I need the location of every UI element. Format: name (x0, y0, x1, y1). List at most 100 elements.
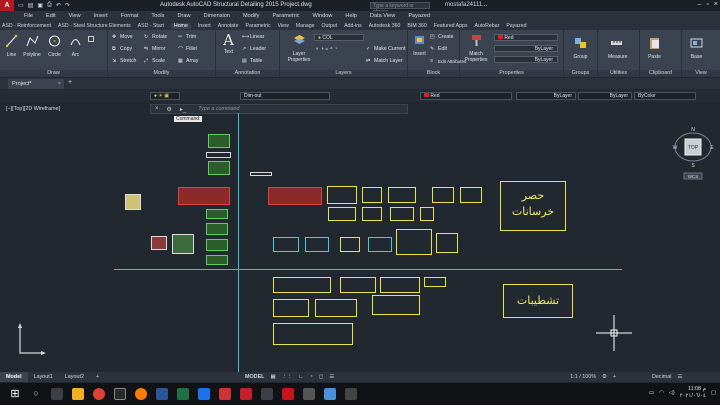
tab-featured-apps[interactable]: Featured Apps (434, 23, 468, 29)
drawing-block[interactable] (340, 277, 376, 293)
rotate-button[interactable]: ↻ Rotate (144, 34, 167, 40)
linetype-combo[interactable]: ByLayer (494, 45, 558, 52)
leader-button[interactable]: ↗ Leader (242, 46, 266, 52)
menu-dimension[interactable]: Dimension (204, 13, 230, 19)
drawing-block[interactable] (273, 299, 309, 317)
propbar-icons[interactable]: ● ☀ ▣ (150, 92, 180, 100)
match-layer-button[interactable]: ⇄ Match Layer (366, 58, 403, 64)
propbar-plotstyle-combo[interactable]: ByColor (634, 92, 696, 100)
autocad-taskbar-icon[interactable] (282, 388, 294, 400)
windows-start-icon[interactable]: ⊞ (9, 388, 21, 400)
drawing-block[interactable] (368, 237, 392, 252)
scale-button[interactable]: ⤢ Scale (144, 58, 165, 64)
drawing-block[interactable] (390, 207, 414, 221)
app4-icon[interactable] (261, 388, 273, 400)
paste-button[interactable]: Paste (646, 36, 663, 60)
drawing-block[interactable] (424, 277, 446, 287)
user-signin[interactable]: mostafa24111... (445, 2, 487, 8)
tab-autorebar[interactable]: AutoRebar (475, 23, 500, 29)
viewcube[interactable]: TOP N S E W WCS (672, 121, 714, 181)
layer-properties-button[interactable]: Layer Properties (286, 33, 312, 63)
drawing-block[interactable] (380, 277, 420, 293)
linear-button[interactable]: ⟷ Linear (242, 34, 264, 40)
battery-icon[interactable]: ▭ (649, 390, 654, 396)
excel-icon[interactable] (177, 388, 189, 400)
restore-icon[interactable]: ▫ (706, 1, 708, 8)
drawing-block[interactable] (206, 209, 228, 219)
make-current-button[interactable]: ✓ Make Current (366, 46, 405, 52)
tab-model[interactable]: Model (0, 372, 28, 382)
undo-icon[interactable]: ↶ (56, 2, 61, 9)
customize-menu-icon[interactable]: ☰ (677, 374, 682, 380)
layer-tools-icons[interactable]: ◐ ◑ ◒ ◓ ◔ (316, 46, 337, 52)
group-button[interactable]: Group (572, 36, 589, 60)
drawing-block[interactable] (273, 237, 299, 252)
drawing-block[interactable] (436, 233, 458, 253)
draw-extra-icons[interactable] (88, 36, 94, 42)
match-properties-button[interactable]: Match Properties (463, 33, 489, 63)
drawing-block[interactable] (172, 234, 194, 254)
base-view-button[interactable]: Base (688, 36, 705, 60)
edit-block-button[interactable]: ✎ Edit (430, 46, 447, 52)
viewport-controls[interactable]: [−][Top][2D Wireframe] (6, 106, 60, 112)
dimstyle-combo[interactable]: Dim-out (240, 92, 330, 100)
app5-icon[interactable] (303, 388, 315, 400)
tab-asd-reinforcement[interactable]: ASD - Reinforcement (2, 23, 51, 29)
line-button[interactable]: Line (3, 34, 20, 58)
drawing-block[interactable] (208, 161, 230, 175)
drawing-block[interactable] (178, 187, 230, 205)
drawing-block[interactable] (315, 299, 357, 317)
app3-icon[interactable] (198, 388, 210, 400)
drawing-block[interactable] (362, 187, 382, 203)
drawing-block[interactable] (208, 134, 230, 148)
drawing-block[interactable] (206, 255, 228, 265)
tab-annotate[interactable]: Annotate (218, 23, 239, 29)
menu-payazed[interactable]: Payazed (408, 13, 430, 19)
color-combo[interactable]: Red (494, 34, 558, 41)
menu-draw[interactable]: Draw (177, 13, 190, 19)
menu-data-view[interactable]: Data View (370, 13, 395, 19)
tab-autodesk360[interactable]: Autodesk 360 (369, 23, 401, 29)
drawing-block[interactable] (327, 186, 357, 204)
drawing-canvas[interactable]: [−][Top][2D Wireframe] × ⚙ ▸_ Type a com… (0, 103, 720, 372)
tab-layout2[interactable]: Layout2 (59, 372, 90, 382)
snap-icon[interactable]: ⋮⋮ (282, 374, 293, 380)
drawing-block[interactable] (250, 172, 272, 176)
task-view-icon[interactable] (51, 388, 63, 400)
volume-icon[interactable]: ◁) (669, 390, 675, 396)
file-explorer-icon[interactable] (72, 388, 84, 400)
open-icon[interactable]: ▤ (28, 2, 34, 9)
drawing-block[interactable] (388, 187, 416, 203)
tab-view[interactable]: View (278, 23, 289, 29)
trim-button[interactable]: ✂ Trim (178, 34, 196, 40)
menu-help[interactable]: Help (345, 13, 357, 19)
menu-format[interactable]: Format (121, 13, 139, 19)
menu-tools[interactable]: Tools (151, 13, 164, 19)
tab-manage[interactable]: Manage (296, 23, 315, 29)
drawing-block[interactable] (206, 223, 228, 235)
circle-button[interactable]: Circle (46, 34, 63, 58)
minimize-icon[interactable]: – (698, 1, 702, 8)
units-display[interactable]: Decimal (652, 374, 671, 380)
concrete-takeoff-label[interactable]: حصر خرسانات (500, 181, 566, 231)
menu-edit[interactable]: Edit (46, 13, 56, 19)
close-tab-icon[interactable]: × (58, 79, 61, 89)
layer-combo[interactable]: ● COL (314, 34, 364, 41)
tab-asd-steel[interactable]: ASD - Steel Structure Elements (58, 23, 131, 29)
lineweight-combo[interactable]: ByLayer (494, 56, 558, 63)
drawing-block[interactable] (125, 194, 141, 210)
tab-output[interactable]: Output (322, 23, 338, 29)
drawing-block[interactable] (460, 187, 482, 203)
tab-project-dwg[interactable]: Project* × (8, 79, 64, 89)
add-layout-icon[interactable]: + (90, 372, 105, 382)
save-icon[interactable]: ▣ (37, 2, 43, 9)
drawing-block[interactable] (362, 207, 382, 221)
new-icon[interactable]: ▭ (18, 2, 24, 9)
propbar-color-combo[interactable]: Red (420, 92, 512, 100)
tab-layout1[interactable]: Layout1 (28, 372, 59, 382)
search-input[interactable]: Type a keyword or phrase (370, 2, 430, 15)
finishes-label[interactable]: تشطيبات (503, 284, 573, 318)
measure-button[interactable]: Measure (608, 36, 627, 60)
command-line[interactable]: × ⚙ ▸_ Type a command (150, 104, 408, 114)
drawing-block[interactable] (151, 236, 167, 250)
